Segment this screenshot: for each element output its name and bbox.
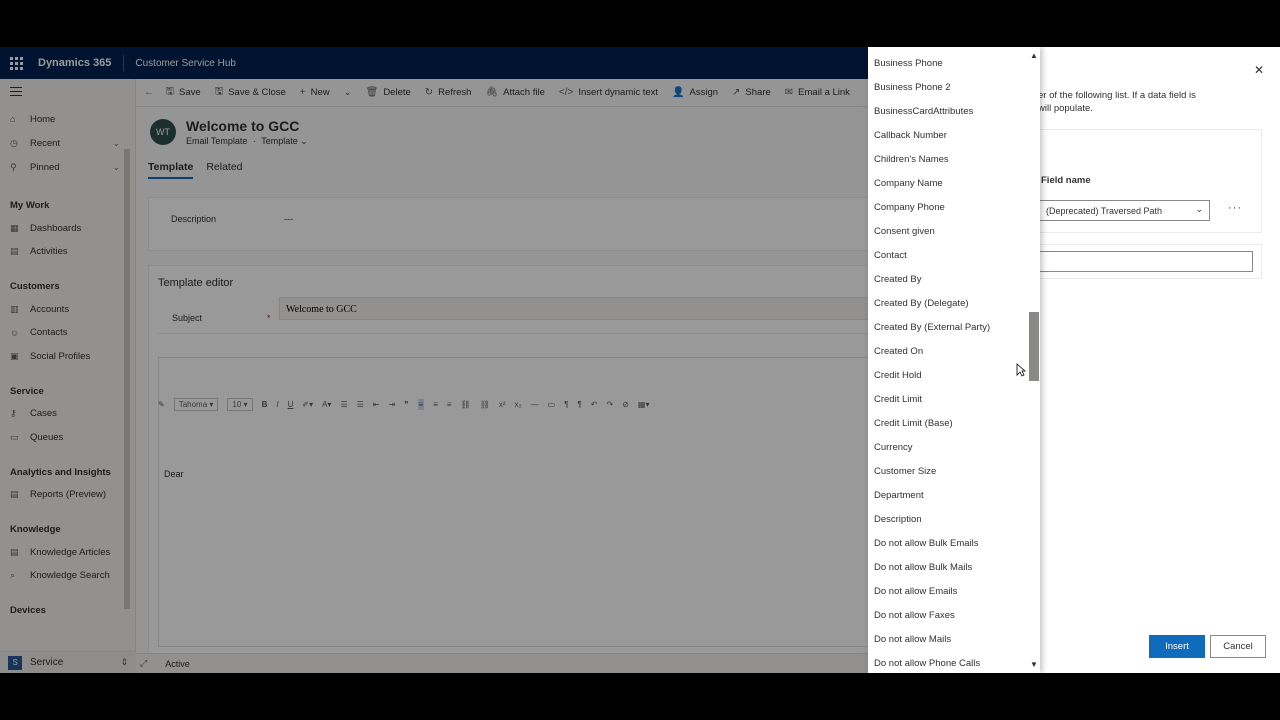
more-options-icon[interactable]: ··· — [1228, 202, 1242, 214]
dropdown-option[interactable]: Do not allow Bulk Emails — [874, 531, 1024, 555]
dropdown-option[interactable]: Created By (Delegate) — [874, 291, 1024, 315]
dropdown-option[interactable]: Business Phone 2 — [874, 75, 1024, 99]
dropdown-option[interactable]: Currency — [874, 435, 1024, 459]
dropdown-option[interactable]: Do not allow Bulk Mails — [874, 555, 1024, 579]
dropdown-option[interactable]: Created By (External Party) — [874, 315, 1024, 339]
cancel-button[interactable]: Cancel — [1210, 635, 1266, 658]
scroll-thumb[interactable] — [1029, 312, 1039, 381]
scroll-down-icon[interactable]: ▼ — [1030, 660, 1038, 669]
chevron-down-icon: ⌄ — [1195, 204, 1203, 214]
dropdown-option[interactable]: Contact — [874, 243, 1024, 267]
dropdown-option[interactable]: Credit Hold — [874, 363, 1024, 387]
dropdown-option[interactable]: Do not allow Emails — [874, 579, 1024, 603]
dropdown-option[interactable]: Business Phone — [874, 51, 1024, 75]
dropdown-option[interactable]: Credit Limit — [874, 387, 1024, 411]
insert-button[interactable]: Insert — [1149, 635, 1205, 658]
dropdown-option[interactable]: Created On — [874, 339, 1024, 363]
dropdown-option[interactable]: Department — [874, 483, 1024, 507]
field-name-select[interactable]: (Deprecated) Traversed Path ⌄ — [1039, 200, 1210, 221]
close-icon[interactable]: ✕ — [1254, 63, 1264, 77]
dropdown-option[interactable]: Consent given — [874, 219, 1024, 243]
dropdown-scrollbar[interactable]: ▲ ▼ — [1028, 51, 1040, 669]
dropdown-option[interactable]: Do not allow Faxes — [874, 603, 1024, 627]
scroll-up-icon[interactable]: ▲ — [1030, 51, 1038, 60]
dropdown-option[interactable]: Company Name — [874, 171, 1024, 195]
dropdown-option[interactable]: Credit Limit (Base) — [874, 411, 1024, 435]
field-dropdown-list[interactable]: Business Phone Business Phone 2 BusinessCa… — [868, 47, 1040, 673]
dropdown-option[interactable]: BusinessCardAttributes — [874, 99, 1024, 123]
app-window: Dynamics 365 Customer Service Hub ⌂ Home ◷… — [0, 47, 1280, 673]
field-name-label: Field name — [1041, 175, 1091, 186]
dropdown-option[interactable]: Callback Number — [874, 123, 1024, 147]
dropdown-option[interactable]: Company Phone — [874, 195, 1024, 219]
dropdown-option[interactable]: Description — [874, 507, 1024, 531]
dropdown-option[interactable]: Children's Names — [874, 147, 1024, 171]
default-text-input[interactable] — [1038, 251, 1253, 272]
dropdown-option[interactable]: Do not allow Mails — [874, 627, 1024, 651]
mouse-cursor-icon — [1016, 363, 1026, 377]
dialog-description: er of the following list. If a data fiel… — [1038, 90, 1196, 114]
dropdown-option[interactable]: Customer Size — [874, 459, 1024, 483]
dropdown-option[interactable]: Do not allow Phone Calls — [874, 651, 1024, 673]
dropdown-option[interactable]: Created By — [874, 267, 1024, 291]
